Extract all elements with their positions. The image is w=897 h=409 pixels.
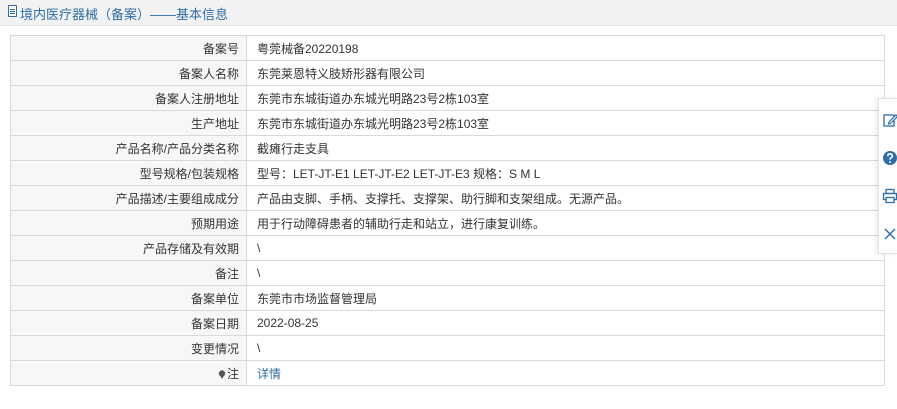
table-row: 产品描述/主要组成成分 产品由支脚、手柄、支撑托、支撑架、助行脚和支架组成。无源… — [10, 185, 885, 211]
side-toolbar — [878, 98, 897, 254]
table-row: 备案人名称 东莞莱恩特义肢矫形器有限公司 — [10, 60, 885, 86]
help-icon[interactable] — [882, 150, 897, 166]
row-value: 型号：LET-JT-E1 LET-JT-E2 LET-JT-E3 规格：S M … — [246, 160, 885, 186]
table-row: 备注 \ — [10, 260, 885, 286]
row-label: 备案人名称 — [10, 60, 247, 86]
row-value: \ — [246, 335, 885, 361]
row-value-cell: 详情 — [246, 360, 885, 386]
row-value: \ — [246, 235, 885, 261]
edit-icon[interactable] — [882, 112, 897, 128]
row-label: 产品描述/主要组成成分 — [10, 185, 247, 211]
row-label: 型号规格/包装规格 — [10, 160, 247, 186]
row-value: 粤莞械备20220198 — [246, 35, 885, 61]
row-label: 备案人注册地址 — [10, 85, 247, 111]
page-header: 境内医疗器械（备案）——基本信息 — [0, 0, 897, 26]
row-label: 注 — [226, 366, 239, 381]
table-row: 注 详情 — [10, 360, 885, 386]
page-title: 境内医疗器械（备案）——基本信息 — [20, 7, 229, 22]
row-value: 东莞市东城街道办东城光明路23号2栋103室 — [246, 110, 885, 136]
note-label-cell: 注 — [10, 360, 247, 386]
row-value: 2022-08-25 — [246, 310, 885, 336]
row-value: 东莞市东城街道办东城光明路23号2栋103室 — [246, 85, 885, 111]
pin-icon — [218, 369, 226, 379]
row-label: 备案日期 — [10, 310, 247, 336]
row-value: 截瘫行走支具 — [246, 135, 885, 161]
details-link[interactable]: 详情 — [257, 367, 281, 381]
table-row: 变更情况 \ — [10, 335, 885, 361]
table-row: 备案人注册地址 东莞市东城街道办东城光明路23号2栋103室 — [10, 85, 885, 111]
table-row: 型号规格/包装规格 型号：LET-JT-E1 LET-JT-E2 LET-JT-… — [10, 160, 885, 186]
table-row: 备案日期 2022-08-25 — [10, 310, 885, 336]
row-label: 预期用途 — [10, 210, 247, 236]
row-label: 备案单位 — [10, 285, 247, 311]
table-row: 产品存储及有效期 \ — [10, 235, 885, 261]
row-label: 生产地址 — [10, 110, 247, 136]
record-info-table: 备案号 粤莞械备20220198 备案人名称 东莞莱恩特义肢矫形器有限公司 备案… — [10, 35, 885, 386]
row-value: 用于行动障碍患者的辅助行走和站立，进行康复训练。 — [246, 210, 885, 236]
table-row: 备案单位 东莞市市场监督管理局 — [10, 285, 885, 311]
row-label: 产品存储及有效期 — [10, 235, 247, 261]
row-value: 东莞市市场监督管理局 — [246, 285, 885, 311]
table-row: 备案号 粤莞械备20220198 — [10, 35, 885, 61]
close-icon[interactable] — [882, 226, 897, 242]
print-icon[interactable] — [882, 188, 897, 204]
row-label: 产品名称/产品分类名称 — [10, 135, 247, 161]
row-value: 产品由支脚、手柄、支撑托、支撑架、助行脚和支架组成。无源产品。 — [246, 185, 885, 211]
row-label: 备注 — [10, 260, 247, 286]
table-row: 预期用途 用于行动障碍患者的辅助行走和站立，进行康复训练。 — [10, 210, 885, 236]
table-row: 产品名称/产品分类名称 截瘫行走支具 — [10, 135, 885, 161]
document-icon — [8, 5, 17, 17]
row-label: 变更情况 — [10, 335, 247, 361]
row-label: 备案号 — [10, 35, 247, 61]
row-value: 东莞莱恩特义肢矫形器有限公司 — [246, 60, 885, 86]
table-row: 生产地址 东莞市东城街道办东城光明路23号2栋103室 — [10, 110, 885, 136]
row-value: \ — [246, 260, 885, 286]
